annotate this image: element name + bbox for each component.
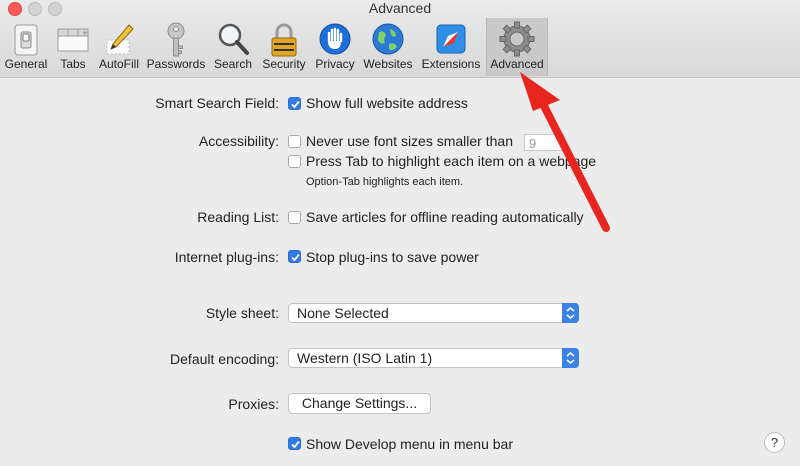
smart-search-label: Smart Search Field: [155,95,279,111]
encoding-label: Default encoding: [170,351,279,367]
globe-icon [372,23,404,55]
change-settings-button[interactable]: Change Settings... [288,393,431,414]
general-switch-icon [14,24,38,56]
toolbar-label: Websites [363,57,413,71]
min-font-size-text: Never use font sizes smaller than [306,133,513,149]
toolbar-label: AutoFill [98,57,139,71]
key-icon [167,22,185,57]
style-sheet-select[interactable]: None Selected [288,303,579,323]
window-titlebar: Advanced General + Tabs AutoFill Passwor… [0,0,800,78]
accessibility-label: Accessibility: [198,133,279,149]
min-font-size-checkbox[interactable] [288,135,301,148]
offline-reading-checkbox[interactable] [288,211,301,224]
toolbar-label: Privacy [315,57,355,71]
show-full-address-text: Show full website address [306,95,468,111]
window-title: Advanced [368,0,432,16]
toolbar-label: Advanced [490,57,544,71]
option-tab-hint: Option-Tab highlights each item. [306,176,464,188]
toolbar-tab-tabs[interactable]: + Tabs [52,18,94,76]
toolbar-tab-security[interactable]: Security [258,18,310,76]
toolbar-tab-websites[interactable]: Websites [360,18,416,76]
toolbar-tab-extensions[interactable]: Extensions [418,18,484,76]
plugins-label: Internet plug-ins: [174,249,279,265]
help-button[interactable]: ? [764,432,785,453]
show-full-address-checkbox[interactable] [288,97,301,110]
gear-icon [499,21,535,57]
style-sheet-value: None Selected [297,305,389,321]
padlock-icon [271,23,297,57]
toolbar-tab-general[interactable]: General [0,18,52,76]
toolbar-label: Extensions [421,57,481,71]
chevron-updown-icon [562,348,579,368]
tab-highlight-text: Press Tab to highlight each item on a we… [306,153,597,169]
toolbar-tab-search[interactable]: Search [210,18,256,76]
toolbar-tab-privacy[interactable]: Privacy [312,18,358,76]
puzzle-compass-icon [436,24,466,54]
tab-highlight-checkbox[interactable] [288,155,301,168]
toolbar-tab-autofill[interactable]: AutoFill [95,18,143,76]
hand-icon [319,23,351,55]
magnifier-icon [218,23,249,55]
chevron-updown-icon [562,303,579,323]
proxies-label: Proxies: [228,396,279,412]
encoding-value: Western (ISO Latin 1) [297,350,433,366]
reading-list-label: Reading List: [197,209,279,225]
advanced-preferences-pane: Smart Search Field: Show full website ad… [0,78,800,466]
toolbar-tab-advanced[interactable]: Advanced [486,18,548,76]
toolbar-label: General [4,57,48,71]
stop-plugins-checkbox[interactable] [288,250,301,263]
min-font-size-field[interactable]: 9 [524,134,564,151]
toolbar-label: Search [213,57,253,71]
tabs-icon: + [57,28,89,52]
style-sheet-label: Style sheet: [205,305,279,321]
toolbar-tab-passwords[interactable]: Passwords [145,18,207,76]
autofill-pencil-icon [106,24,134,55]
toolbar-label: Passwords [146,57,206,71]
svg-text:+: + [82,29,88,37]
toolbar-label: Tabs [60,57,86,71]
show-develop-menu-checkbox[interactable] [288,437,301,450]
stop-plugins-text: Stop plug-ins to save power [306,249,479,265]
offline-reading-text: Save articles for offline reading automa… [306,209,584,225]
toolbar-label: Security [262,57,306,71]
encoding-select[interactable]: Western (ISO Latin 1) [288,348,579,368]
show-develop-menu-text: Show Develop menu in menu bar [306,436,514,452]
